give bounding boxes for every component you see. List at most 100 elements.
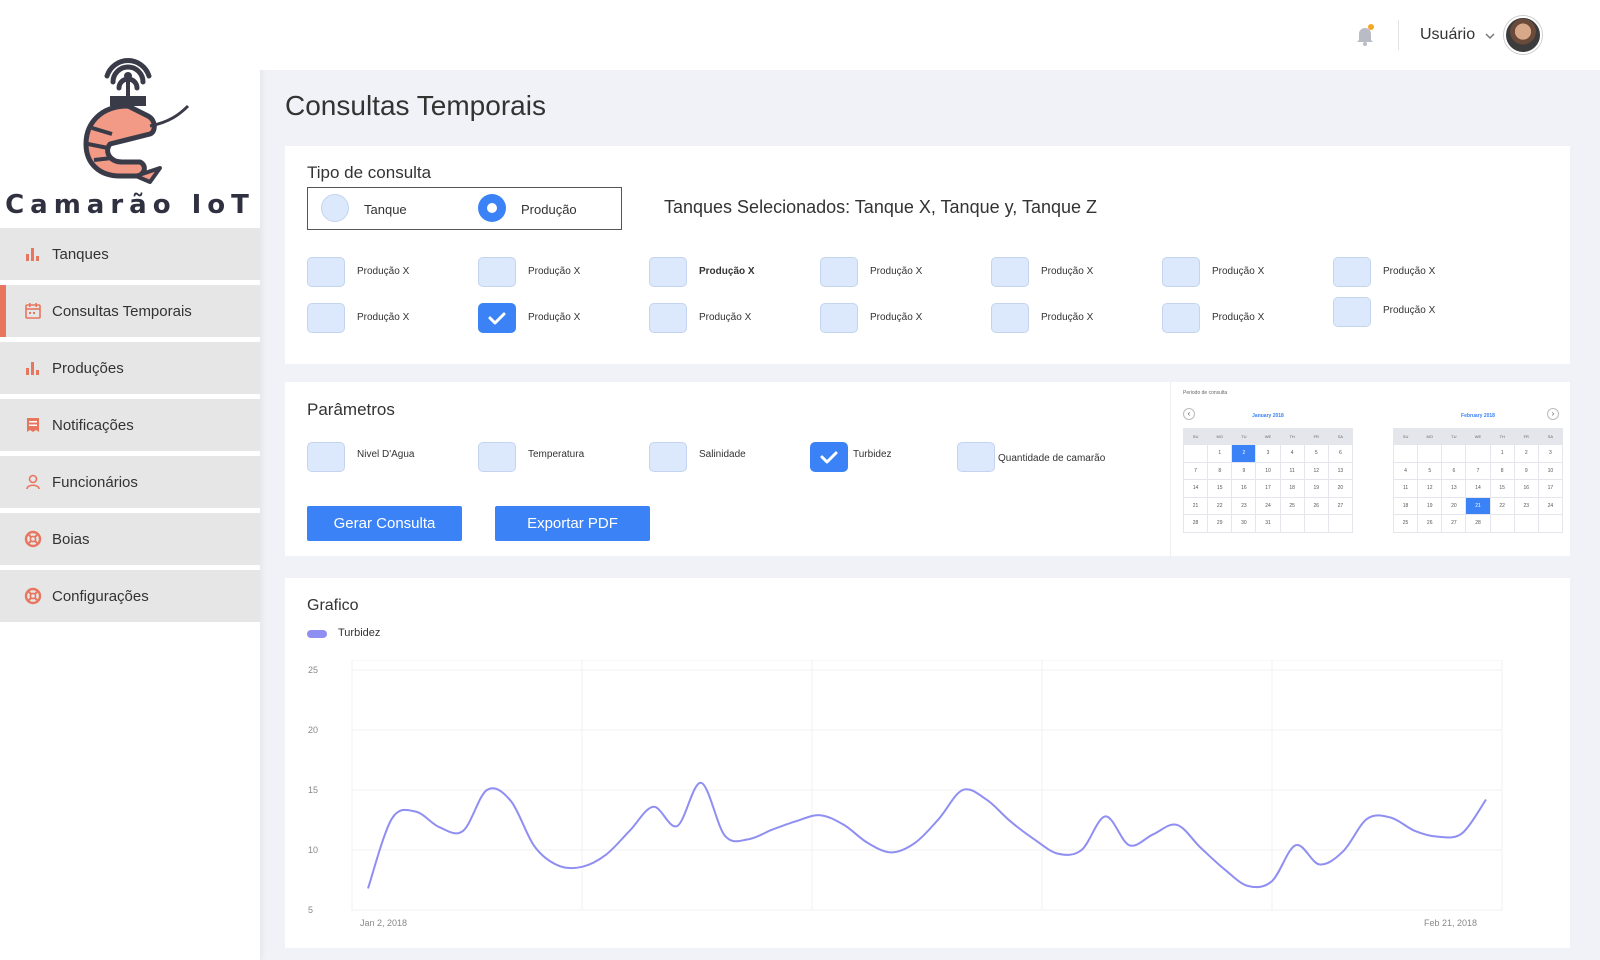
calendar-day[interactable]: 11	[1279, 461, 1305, 480]
calendar-day[interactable]: 23	[1231, 496, 1257, 515]
sidebar-item-funcion-rios[interactable]: Funcionários	[0, 456, 260, 508]
calendar-day[interactable]: 12	[1417, 479, 1443, 498]
calendar-day[interactable]: 22	[1207, 496, 1233, 515]
calendar-day[interactable]: 24	[1255, 496, 1281, 515]
calendar-day[interactable]: 23	[1513, 496, 1539, 515]
sidebar-item-tanques[interactable]: Tanques	[0, 228, 260, 280]
checkbox-label: Produção X	[1212, 266, 1265, 277]
calendar-day[interactable]: 10	[1537, 461, 1564, 480]
calendar-day[interactable]: 27	[1327, 496, 1354, 515]
calendar-day[interactable]: 6	[1327, 444, 1354, 463]
calendar-day[interactable]: 17	[1255, 479, 1281, 498]
bell-icon[interactable]	[1354, 24, 1376, 46]
calendar-day[interactable]: 5	[1417, 461, 1443, 480]
tanques-selecionados: Tanques Selecionados: Tanque X, Tanque y…	[664, 197, 1097, 217]
exportar-pdf-button[interactable]: Exportar PDF	[495, 506, 650, 541]
calendar-day[interactable]: 3	[1255, 444, 1281, 463]
brand-name: Camarão IoT	[5, 190, 255, 220]
calendar-day[interactable]: 4	[1279, 444, 1305, 463]
calendar-day[interactable]: 8	[1207, 461, 1233, 480]
calendar-day[interactable]: 9	[1513, 461, 1539, 480]
chevron-down-icon[interactable]	[1484, 30, 1496, 42]
sidebar-item-notifica-es[interactable]: Notificações	[0, 399, 260, 451]
calendar-day[interactable]: 20	[1441, 496, 1467, 515]
calendar-day	[1417, 444, 1443, 463]
producao-checkbox[interactable]	[478, 257, 516, 287]
producao-checkbox[interactable]	[649, 257, 687, 287]
producao-checkbox[interactable]	[991, 257, 1029, 287]
producao-checkbox[interactable]	[307, 303, 345, 333]
calendar-day[interactable]: 1	[1489, 444, 1515, 463]
calendar-day[interactable]: 7	[1182, 461, 1209, 480]
calendar-day[interactable]: 11	[1392, 479, 1419, 498]
calendar-day[interactable]: 10	[1255, 461, 1281, 480]
calendar-day[interactable]: 8	[1489, 461, 1515, 480]
calendar-day[interactable]: 18	[1392, 496, 1419, 515]
sidebar-item-configura-es[interactable]: Configurações	[0, 570, 260, 622]
calendar-day[interactable]: 13	[1441, 479, 1467, 498]
calendar-day[interactable]: 30	[1231, 514, 1257, 533]
calendar-day[interactable]: 29	[1207, 514, 1233, 533]
calendar-day[interactable]: 6	[1441, 461, 1467, 480]
calendar-day[interactable]: 2	[1231, 444, 1257, 463]
parametro-checkbox[interactable]	[307, 442, 345, 472]
producao-checkbox[interactable]	[820, 257, 858, 287]
calendar-day[interactable]: 17	[1537, 479, 1564, 498]
producao-checkbox[interactable]	[1162, 257, 1200, 287]
producao-checkbox[interactable]	[307, 257, 345, 287]
parametro-checkbox[interactable]	[478, 442, 516, 472]
sidebar-item-produ-es[interactable]: Produções	[0, 342, 260, 394]
calendar-day[interactable]: 26	[1417, 514, 1443, 533]
producao-checkbox[interactable]	[649, 303, 687, 333]
calendar-day[interactable]: 2	[1513, 444, 1539, 463]
calendar-day[interactable]: 14	[1465, 479, 1491, 498]
calendar-day[interactable]: 15	[1207, 479, 1233, 498]
calendar-day[interactable]: 14	[1182, 479, 1209, 498]
calendar-day[interactable]: 18	[1279, 479, 1305, 498]
avatar[interactable]	[1504, 16, 1542, 54]
producao-checkbox[interactable]	[991, 303, 1029, 333]
calendar-day[interactable]: 12	[1303, 461, 1329, 480]
calendar-day[interactable]: 25	[1392, 514, 1419, 533]
calendar-day[interactable]: 7	[1465, 461, 1491, 480]
calendar-day[interactable]: 24	[1537, 496, 1564, 515]
parametro-checkbox[interactable]	[810, 442, 848, 472]
calendar-day[interactable]: 16	[1513, 479, 1539, 498]
calendar-day[interactable]: 22	[1489, 496, 1515, 515]
producao-checkbox[interactable]	[1333, 257, 1371, 287]
sidebar-item-consultas-temporais[interactable]: Consultas Temporais	[0, 285, 260, 337]
calendar-day[interactable]: 5	[1303, 444, 1329, 463]
calendar-day[interactable]: 21	[1465, 496, 1491, 515]
calendar-day[interactable]: 19	[1417, 496, 1443, 515]
radio-tanque[interactable]	[321, 194, 349, 222]
calendar-day[interactable]: 13	[1327, 461, 1354, 480]
sidebar-item-boias[interactable]: Boias	[0, 513, 260, 565]
producao-checkbox[interactable]	[1162, 303, 1200, 333]
producao-checkbox[interactable]	[478, 303, 516, 333]
calendar-day[interactable]: 19	[1303, 479, 1329, 498]
parametro-checkbox[interactable]	[957, 442, 995, 472]
radio-label: Tanque	[364, 202, 407, 217]
parametro-checkbox[interactable]	[649, 442, 687, 472]
producao-checkbox[interactable]	[1333, 297, 1371, 327]
calendar-day[interactable]: 21	[1182, 496, 1209, 515]
calendar-day[interactable]: 20	[1327, 479, 1354, 498]
calendar-day[interactable]: 3	[1537, 444, 1564, 463]
calendar-day[interactable]: 28	[1182, 514, 1209, 533]
calendar-day[interactable]: 4	[1392, 461, 1419, 480]
calendar-day[interactable]: 25	[1279, 496, 1305, 515]
calendar-day[interactable]: 31	[1255, 514, 1281, 533]
calendar-day[interactable]: 28	[1465, 514, 1491, 533]
radio-producao[interactable]	[478, 194, 506, 222]
calendar-day[interactable]: 16	[1231, 479, 1257, 498]
calendar-day[interactable]: 27	[1441, 514, 1467, 533]
calendar-day[interactable]: 26	[1303, 496, 1329, 515]
calendar-day[interactable]: 1	[1207, 444, 1233, 463]
producao-checkbox[interactable]	[820, 303, 858, 333]
gerar-consulta-button[interactable]: Gerar Consulta	[307, 506, 462, 541]
calendar-day[interactable]: 15	[1489, 479, 1515, 498]
checkbox-label: Produção X	[699, 266, 755, 277]
calendar-day[interactable]: 9	[1231, 461, 1257, 480]
calendar-month-2: February 2018	[1461, 413, 1495, 419]
user-menu-label[interactable]: Usuário	[1420, 26, 1475, 44]
